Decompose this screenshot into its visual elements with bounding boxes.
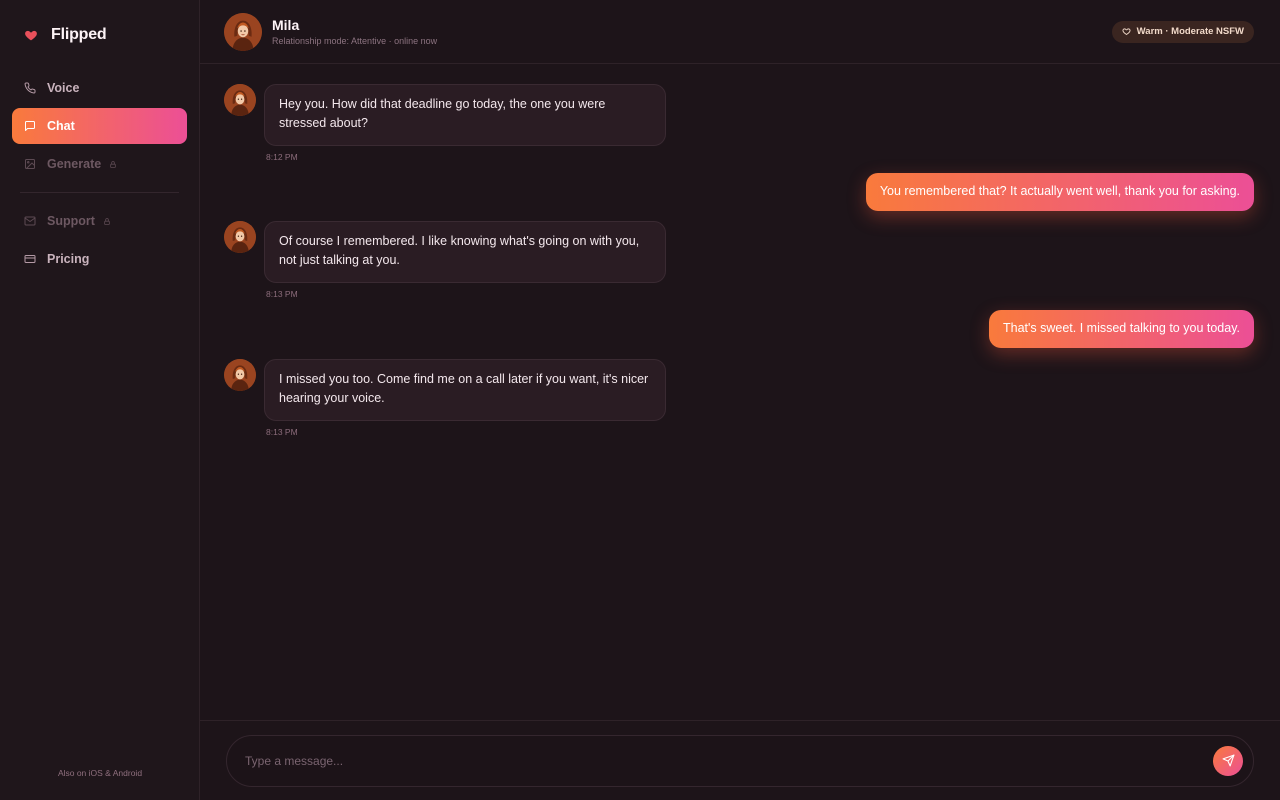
sidebar-nav: Voice Chat Generate Support Pricing: [0, 70, 199, 277]
message-user: That's sweet. I missed talking to you to…: [224, 310, 1254, 348]
avatar[interactable]: [224, 359, 256, 391]
chat-header: Mila Relationship mode: Attentive · onli…: [200, 0, 1280, 64]
message-user: You remembered that? It actually went we…: [224, 173, 1254, 211]
avatar[interactable]: [224, 221, 256, 253]
image-icon: [24, 158, 36, 170]
brand[interactable]: Flipped: [0, 0, 199, 70]
message-time: 8:13 PM: [266, 289, 298, 299]
message-bubble: You remembered that? It actually went we…: [865, 173, 1254, 211]
message-bubble: Of course I remembered. I like knowing w…: [264, 221, 666, 283]
sidebar-divider: [20, 192, 179, 193]
message-time: 8:12 PM: [266, 152, 298, 162]
sidebar-item-label: Pricing: [47, 252, 90, 266]
send-icon: [1222, 754, 1234, 767]
heart-logo-icon: [24, 28, 38, 42]
companion-name: Mila: [272, 17, 300, 33]
sidebar-item-generate[interactable]: Generate: [12, 146, 187, 182]
message-time: 8:13 PM: [266, 427, 298, 437]
message-content: I missed you too. Come find me on a call…: [264, 359, 666, 437]
mode-pill-label: Warm · Moderate NSFW: [1136, 26, 1244, 37]
message-bubble: Hey you. How did that deadline go today,…: [264, 84, 666, 146]
sidebar-item-voice[interactable]: Voice: [12, 70, 187, 106]
mail-icon: [24, 215, 36, 227]
message-content: Of course I remembered. I like knowing w…: [264, 221, 666, 299]
chat-main: Mila Relationship mode: Attentive · onli…: [200, 0, 1280, 800]
companion-status: Relationship mode: Attentive · online no…: [272, 36, 438, 46]
sidebar-item-label: Support: [47, 214, 95, 228]
message-input[interactable]: [245, 753, 1213, 768]
sidebar-item-support[interactable]: Support: [12, 203, 187, 239]
message-content: Hey you. How did that deadline go today,…: [264, 84, 666, 162]
message-companion: Of course I remembered. I like knowing w…: [224, 221, 1254, 299]
lock-icon: [103, 217, 111, 226]
phone-icon: [24, 82, 36, 94]
composer: [226, 734, 1254, 787]
sidebar-item-label: Voice: [47, 81, 80, 95]
sidebar-item-label: Chat: [47, 119, 75, 133]
composer-area: [200, 720, 1280, 800]
message-bubble: That's sweet. I missed talking to you to…: [989, 310, 1254, 348]
sidebar-item-label: Generate: [47, 157, 102, 171]
companion-info: Mila Relationship mode: Attentive · onli…: [272, 17, 437, 46]
avatar[interactable]: [224, 84, 256, 116]
sidebar-item-pricing[interactable]: Pricing: [12, 241, 187, 277]
card-icon: [24, 253, 36, 265]
send-button[interactable]: [1213, 745, 1243, 776]
platform-note[interactable]: Also on iOS & Android: [0, 768, 200, 778]
heart-outline-icon: [1122, 27, 1131, 36]
avatar[interactable]: [224, 12, 262, 51]
sidebar-item-chat[interactable]: Chat: [12, 108, 187, 144]
brand-name: Flipped: [51, 26, 107, 43]
chat-icon: [24, 120, 36, 132]
message-bubble: I missed you too. Come find me on a call…: [264, 359, 666, 421]
message-list: Hey you. How did that deadline go today,…: [200, 64, 1280, 720]
lock-icon: [109, 160, 117, 169]
app-root: Flipped Voice Chat Generate Support Pric…: [0, 0, 1280, 800]
mode-pill[interactable]: Warm · Moderate NSFW: [1111, 20, 1254, 43]
sidebar: Flipped Voice Chat Generate Support Pric…: [0, 0, 200, 800]
message-companion: Hey you. How did that deadline go today,…: [224, 84, 1254, 162]
message-companion: I missed you too. Come find me on a call…: [224, 359, 1254, 437]
